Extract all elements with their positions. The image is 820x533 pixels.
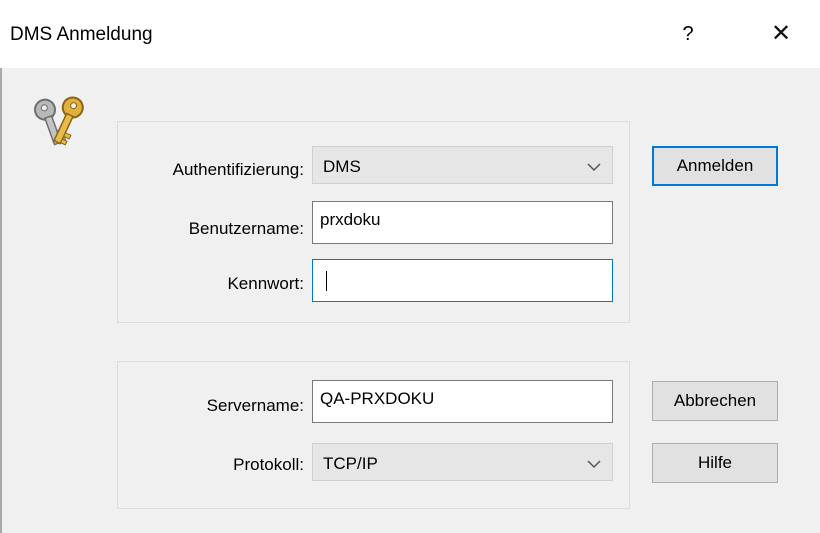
- keys-icon: [34, 96, 84, 146]
- protocol-select-value: TCP/IP: [323, 454, 378, 473]
- protocol-label: Protokoll:: [233, 455, 304, 474]
- window-title: DMS Anmeldung: [10, 24, 153, 45]
- password-label: Kennwort:: [227, 274, 304, 293]
- chevron-down-icon: [587, 460, 601, 469]
- close-button[interactable]: ✕: [764, 18, 798, 50]
- auth-label: Authentifizierung:: [172, 160, 304, 179]
- cancel-button[interactable]: Abbrechen: [652, 381, 778, 421]
- help-title-button[interactable]: ?: [676, 20, 700, 48]
- auth-select-value: DMS: [323, 157, 361, 176]
- servername-field[interactable]: QA-PRXDOKU: [312, 380, 613, 423]
- protocol-select[interactable]: TCP/IP: [312, 443, 613, 481]
- login-button[interactable]: Anmelden: [652, 146, 778, 186]
- title-bar: DMS Anmeldung ? ✕: [0, 0, 820, 68]
- password-field[interactable]: [312, 259, 613, 302]
- window-border: [0, 68, 2, 533]
- username-field[interactable]: prxdoku: [312, 201, 613, 244]
- servername-value: QA-PRXDOKU: [320, 389, 435, 408]
- username-value: prxdoku: [320, 210, 381, 229]
- servername-label: Servername:: [206, 396, 304, 415]
- login-dialog: DMS Anmeldung ? ✕ Authentifizierung: DMS: [0, 0, 820, 533]
- auth-select[interactable]: DMS: [312, 146, 613, 184]
- chevron-down-icon: [587, 163, 601, 172]
- help-button[interactable]: Hilfe: [652, 443, 778, 483]
- username-label: Benutzername:: [188, 219, 304, 238]
- text-caret: [326, 271, 327, 291]
